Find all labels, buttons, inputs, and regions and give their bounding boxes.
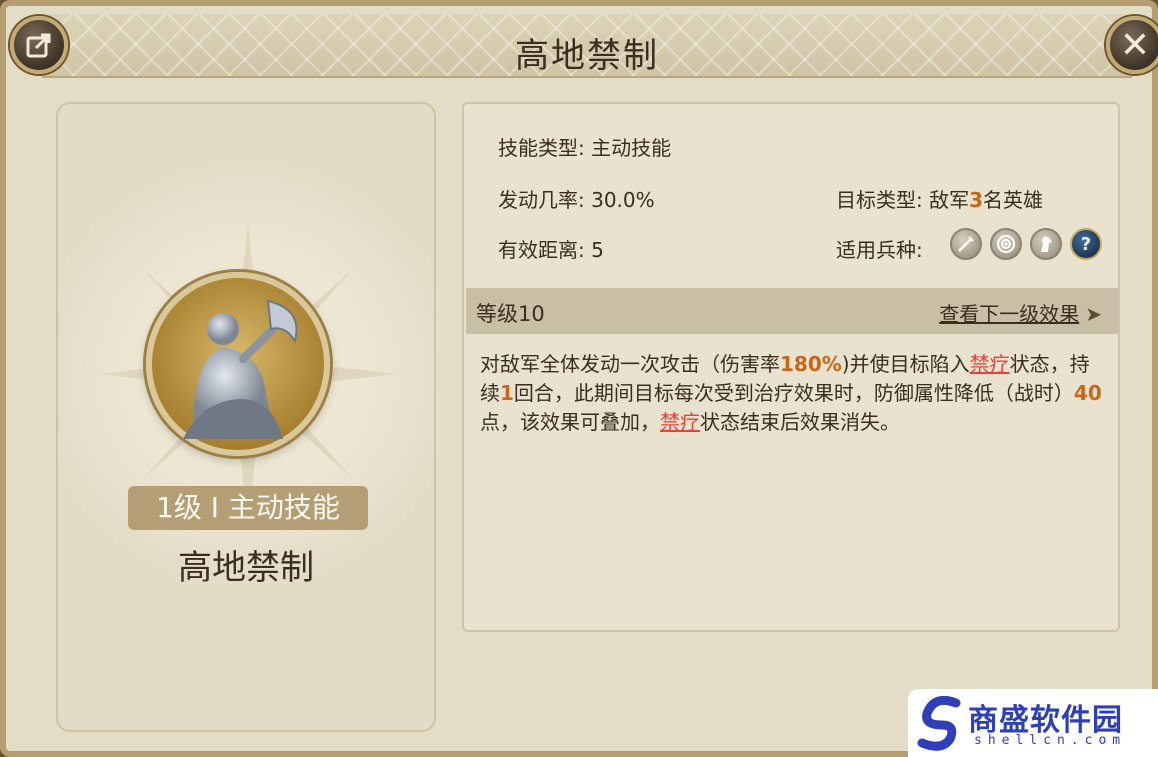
trigger-rate-label: 发动几率: <box>498 188 585 212</box>
share-button[interactable] <box>10 16 68 74</box>
arrow-right-icon: ➤ <box>1085 302 1102 326</box>
target-type-row: 目标类型: 敌军3名英雄 <box>836 184 1043 213</box>
skill-description: 对敌军全体发动一次攻击（伤害率180%)并使目标陷入禁疗状态，持续1回合，此期间… <box>480 352 1102 434</box>
defense-reduction-value: 40 <box>1073 381 1102 405</box>
close-icon: ✕ <box>1119 24 1151 66</box>
title-bar: 高地禁制 <box>42 14 1132 78</box>
horse-icon[interactable] <box>1030 228 1062 260</box>
view-next-level-link[interactable]: 查看下一级效果 ➤ <box>939 298 1102 327</box>
range-row: 有效距离: 5 <box>498 234 604 263</box>
skill-name: 高地禁制 <box>178 548 314 588</box>
troop-type-label: 适用兵种: <box>836 238 923 262</box>
keyword-heal-ban[interactable]: 禁疗 <box>660 410 700 434</box>
skill-type-value: 主动技能 <box>591 136 672 160</box>
keyword-heal-ban[interactable]: 禁疗 <box>970 352 1010 376</box>
skill-info-card: 技能类型: 主动技能 发动几率: 30.0% 有效距离: 5 目标类型: 敌军3… <box>462 102 1120 632</box>
skill-icon-card: 1级 I 主动技能 高地禁制 <box>56 102 436 732</box>
axe-warrior-icon <box>183 299 298 439</box>
target-type-label: 目标类型: <box>836 188 923 212</box>
range-label: 有效距离: <box>498 238 585 262</box>
skill-level-badge: 1级 I 主动技能 <box>128 486 368 530</box>
damage-rate: 180% <box>780 352 842 376</box>
skill-icon <box>146 272 330 456</box>
close-button[interactable]: ✕ <box>1106 16 1158 74</box>
target-count: 3 <box>969 188 984 212</box>
troop-icons: ? <box>950 228 1102 260</box>
watermark: 商盛软件园 shellcn.com <box>908 689 1158 757</box>
watermark-domain: shellcn.com <box>974 733 1127 748</box>
bow-target-icon[interactable] <box>990 228 1022 260</box>
range-value: 5 <box>591 238 604 262</box>
target-pre: 敌军 <box>929 188 970 212</box>
skill-detail-panel: 高地禁制 ✕ 1级 I 主动技能 高地禁制 技能类型: 主动技能 发动几率: 3… <box>0 0 1158 757</box>
question-icon[interactable]: ? <box>1070 228 1102 260</box>
duration-value: 1 <box>500 381 514 405</box>
trigger-rate-value: 30.0% <box>591 188 655 212</box>
level-bar: 等级10 查看下一级效果 ➤ <box>466 288 1118 334</box>
skill-type-label: 技能类型: <box>498 136 585 160</box>
page-title: 高地禁制 <box>515 36 659 76</box>
share-icon <box>26 33 51 58</box>
target-post: 名英雄 <box>983 188 1044 212</box>
skill-type-row: 技能类型: 主动技能 <box>498 132 671 161</box>
watermark-logo-icon <box>917 695 961 751</box>
skill-level: 等级10 <box>476 302 545 326</box>
trigger-rate-row: 发动几率: 30.0% <box>498 184 655 213</box>
sword-icon[interactable] <box>950 228 982 260</box>
